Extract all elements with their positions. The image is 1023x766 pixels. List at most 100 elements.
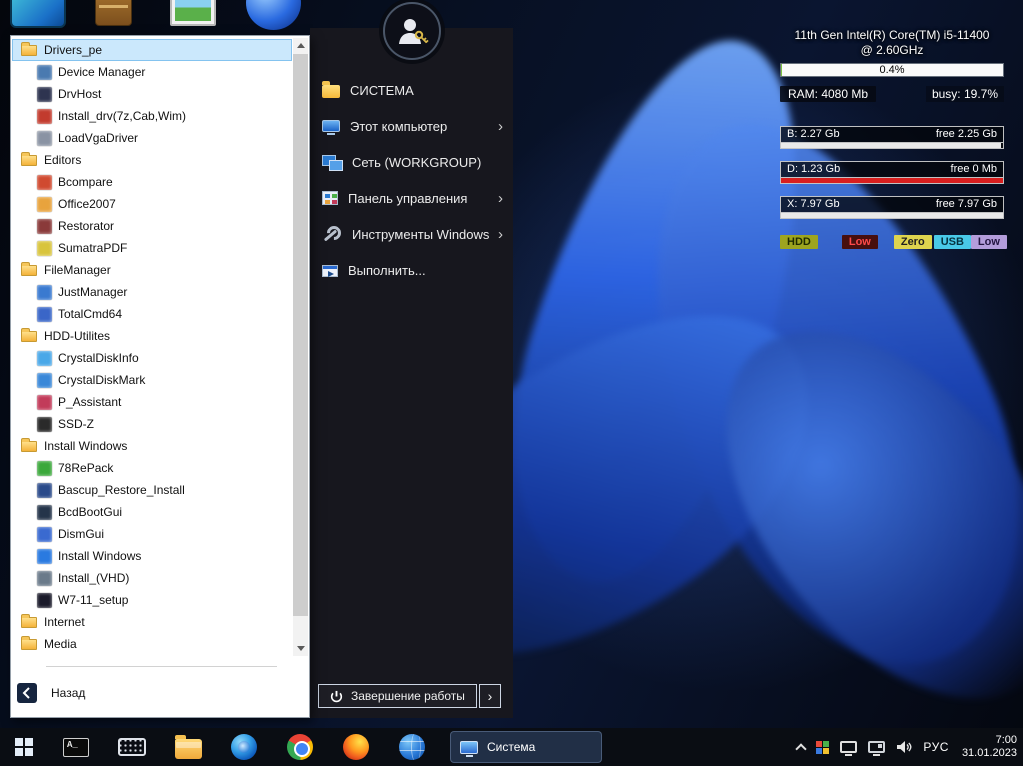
firefox-browser-button[interactable] xyxy=(328,728,384,766)
drive-labels: B: 2.27 Gb free 2.25 Gb xyxy=(780,126,1004,142)
start-menu-item[interactable]: Bascup_Restore_Install xyxy=(12,479,292,501)
start-menu-item[interactable]: Install_drv(7z,Cab,Wim) xyxy=(12,105,292,127)
system-menu-item[interactable]: Панель управления › xyxy=(310,180,513,216)
shutdown-button-label: Завершение работы xyxy=(351,689,465,703)
taskbar-window-system[interactable]: Система xyxy=(450,731,602,763)
start-menu-item[interactable]: Install_(VHD) xyxy=(12,567,292,589)
hardware-icon[interactable] xyxy=(816,740,830,754)
keyboard-button[interactable] xyxy=(104,728,160,766)
start-menu-item[interactable]: DrvHost xyxy=(12,83,292,105)
start-menu-item-label: JustManager xyxy=(58,285,128,299)
console-icon: A_ xyxy=(63,737,89,757)
system-menu-item[interactable]: Инструменты Windows › xyxy=(310,216,513,252)
file-explorer-button[interactable] xyxy=(160,728,216,766)
start-menu-item[interactable]: HDD-Utilites xyxy=(12,325,292,347)
start-menu-item[interactable]: SSD-Z xyxy=(12,413,292,435)
start-menu-programs-panel: Drivers_pe Device Manager DrvHost Instal… xyxy=(10,35,310,718)
cmd-button[interactable]: A_ xyxy=(48,728,104,766)
start-menu-item-label: DismGui xyxy=(58,527,105,541)
taskbar-window-label: Система xyxy=(487,740,536,754)
back-button[interactable]: Назад xyxy=(17,683,85,703)
ram-busy-value: busy: 19.7% xyxy=(925,85,1004,102)
start-menu-item[interactable]: Restorator xyxy=(12,215,292,237)
drive-bar xyxy=(780,177,1004,184)
start-menu-item[interactable]: Install Windows xyxy=(12,545,292,567)
start-menu-item[interactable]: W7-11_setup xyxy=(12,589,292,611)
drive-size-label: D: 1.23 Gb xyxy=(787,163,841,175)
back-button-label: Назад xyxy=(51,686,86,700)
start-menu-item-label: CrystalDiskInfo xyxy=(58,351,139,365)
start-menu-item[interactable]: Office2007 xyxy=(12,193,292,215)
start-menu-item[interactable]: SumatraPDF xyxy=(12,237,292,259)
system-tray: РУС 7:00 31.01.2023 xyxy=(795,728,1017,766)
start-menu-item[interactable]: BcdBootGui xyxy=(12,501,292,523)
volume-icon[interactable] xyxy=(896,740,912,754)
chrome-browser-button[interactable] xyxy=(272,728,328,766)
start-menu-item[interactable]: Editors xyxy=(12,149,292,171)
start-menu-system-panel: СИСТЕМА › Этот компьютер › Сеть (WORKGRO… xyxy=(310,2,513,718)
language-indicator[interactable]: РУС xyxy=(923,740,949,754)
scroll-up-button[interactable] xyxy=(293,38,308,53)
start-menu-item-label: Install_drv(7z,Cab,Wim) xyxy=(58,109,187,123)
app-icon xyxy=(37,504,52,520)
display-settings-icon[interactable] xyxy=(868,741,886,756)
start-menu-item[interactable]: Bcompare xyxy=(12,171,292,193)
clock[interactable]: 7:00 31.01.2023 xyxy=(962,734,1017,760)
system-menu-item[interactable]: Этот компьютер › xyxy=(310,108,513,144)
tray-expand-icon[interactable] xyxy=(795,742,808,755)
ram-value: RAM: 4080 Mb xyxy=(780,85,877,102)
console-glyph: A_ xyxy=(67,739,78,750)
start-menu-item[interactable]: FileManager xyxy=(12,259,292,281)
start-menu-item[interactable]: CrystalDiskMark xyxy=(12,369,292,391)
start-menu-item[interactable]: CrystalDiskInfo xyxy=(12,347,292,369)
shutdown-options-button[interactable]: › xyxy=(478,684,501,708)
cpu-name-line1: 11th Gen Intel(R) Core(TM) i5-11400 xyxy=(794,28,990,42)
drive-labels: X: 7.97 Gb free 7.97 Gb xyxy=(780,196,1004,212)
start-menu-item-label: HDD-Utilites xyxy=(44,329,110,343)
app-icon xyxy=(37,372,52,388)
edge-browser-button[interactable] xyxy=(216,728,272,766)
scrollbar[interactable] xyxy=(293,38,308,656)
chrome-icon xyxy=(287,734,313,760)
scroll-down-button[interactable] xyxy=(293,641,308,656)
folder-icon xyxy=(174,734,202,759)
display-icon[interactable] xyxy=(840,741,858,756)
status-badge-label: Low xyxy=(848,236,871,248)
system-menu-item[interactable]: СИСТЕМА › xyxy=(310,72,513,108)
desktop-icon-briefcase[interactable] xyxy=(95,0,132,26)
drive-labels: D: 1.23 Gb free 0 Mb xyxy=(780,161,1004,177)
start-menu-item[interactable]: 78RePack xyxy=(12,457,292,479)
start-menu-item[interactable]: DismGui xyxy=(12,523,292,545)
system-menu-item[interactable]: Сеть (WORKGROUP) › xyxy=(310,144,513,180)
app-icon xyxy=(37,482,52,498)
desktop-icon-pictures[interactable] xyxy=(170,0,216,26)
scrollbar-thumb[interactable] xyxy=(293,54,308,616)
start-menu-item[interactable]: Install Windows xyxy=(12,435,292,457)
start-menu-item[interactable]: Internet xyxy=(12,611,292,633)
network-browser-button[interactable] xyxy=(384,728,440,766)
status-badge: Low xyxy=(970,235,1007,249)
folder-icon xyxy=(21,151,37,166)
start-button[interactable] xyxy=(0,728,48,766)
menu-item-label: Панель управления xyxy=(348,190,468,206)
start-menu-item[interactable]: LoadVgaDriver xyxy=(12,127,292,149)
start-menu-item[interactable]: P_Assistant xyxy=(12,391,292,413)
desktop: 11th Gen Intel(R) Core(TM) i5-11400 @ 2.… xyxy=(0,0,1023,766)
start-menu-item[interactable]: Media xyxy=(12,633,292,655)
triangle-up-icon xyxy=(296,43,305,48)
start-menu-item-label: CrystalDiskMark xyxy=(58,373,146,387)
system-menu-item[interactable]: Выполнить... › xyxy=(310,252,513,288)
start-menu-item[interactable]: Drivers_pe xyxy=(12,39,292,61)
app-icon xyxy=(37,394,52,410)
start-menu-item[interactable]: Device Manager xyxy=(12,61,292,83)
desktop-icon-pc[interactable] xyxy=(10,0,66,28)
app-icon xyxy=(37,218,52,234)
user-avatar[interactable] xyxy=(382,2,441,60)
start-menu-item-label: Device Manager xyxy=(58,65,146,79)
shutdown-button[interactable]: Завершение работы xyxy=(318,684,477,708)
drive-bar xyxy=(780,212,1004,219)
start-menu-item[interactable]: JustManager xyxy=(12,281,292,303)
start-menu-item[interactable]: TotalCmd64 xyxy=(12,303,292,325)
start-menu-item-label: 78RePack xyxy=(58,461,114,475)
globe-icon xyxy=(399,734,425,760)
